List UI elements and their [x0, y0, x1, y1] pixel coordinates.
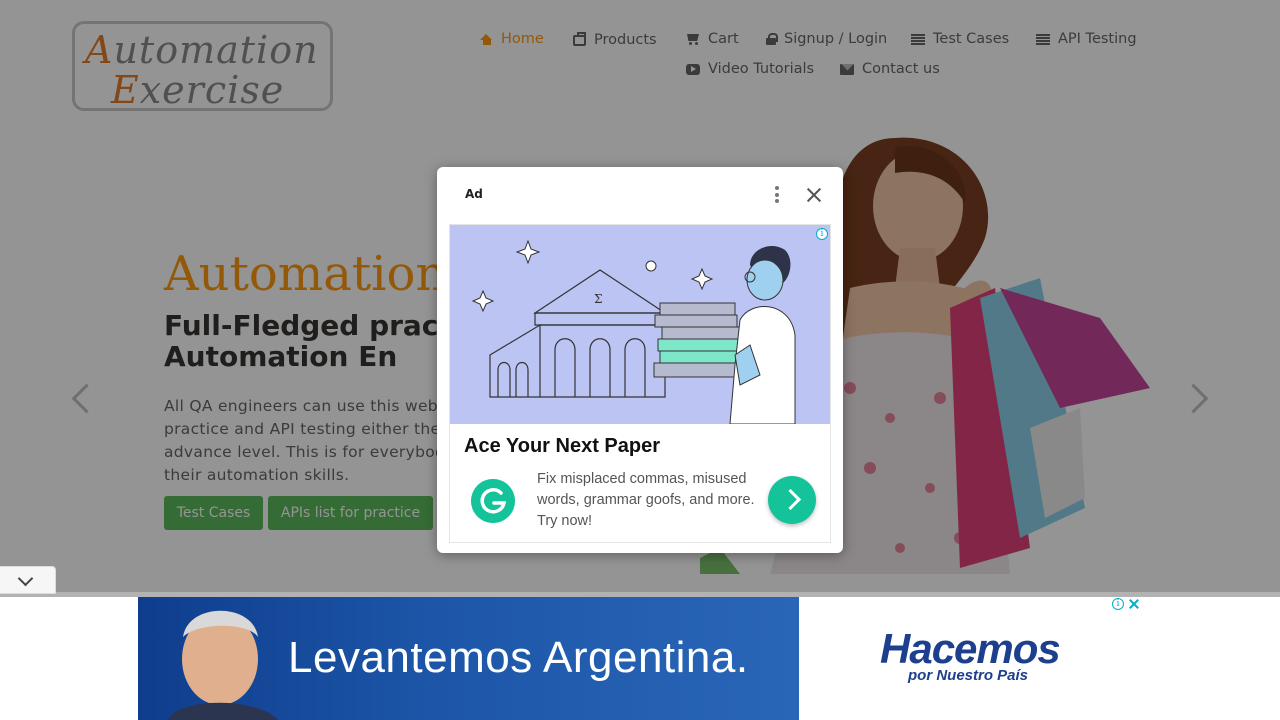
banner-close-icon[interactable]	[1128, 598, 1140, 610]
banner-tagline: Levantemos Argentina.	[288, 633, 749, 682]
svg-text:Σ: Σ	[594, 292, 602, 306]
grammarly-logo-icon	[471, 479, 515, 523]
banner-brand-subtitle: por Nuestro País	[908, 667, 1029, 684]
ad-info-icon[interactable]: i	[816, 228, 828, 240]
ad-modal: Ad Σ i Ace Your Next Paper Fix misplaced…	[437, 167, 843, 553]
ad-body-text: Fix misplaced commas, misused words, gra…	[537, 471, 755, 529]
ad-headline[interactable]: Ace Your Next Paper	[464, 435, 660, 458]
ad-illustration: Σ	[450, 225, 830, 424]
candidate-portrait	[168, 610, 278, 720]
close-ad-icon[interactable]	[805, 186, 823, 204]
chevron-down-icon	[17, 570, 34, 587]
ad-cta-arrow-icon[interactable]	[768, 476, 816, 524]
bottom-banner-ad[interactable]: Levantemos Argentina. Hacemos por Nuestr…	[138, 597, 1144, 720]
banner-photo: Levantemos Argentina.	[138, 597, 799, 720]
banner-brand: Hacemos	[880, 625, 1061, 672]
ad-label: Ad	[465, 187, 483, 201]
ad-creative[interactable]: Σ i Ace Your Next Paper Fix misplaced co…	[449, 224, 831, 543]
collapse-ad-tab[interactable]	[0, 566, 56, 594]
banner-info-icon[interactable]: i	[1112, 598, 1124, 610]
more-vert-icon[interactable]	[774, 186, 780, 204]
